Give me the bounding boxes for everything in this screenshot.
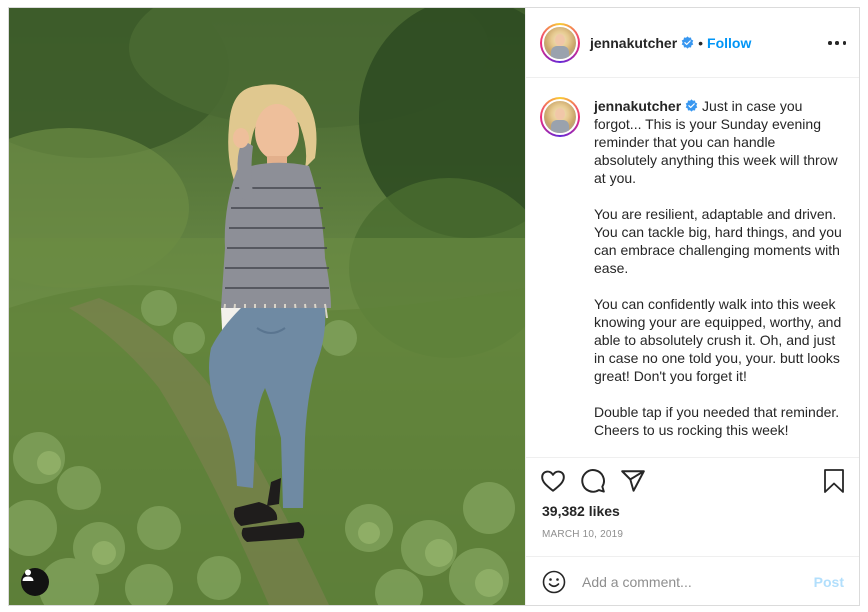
post-date[interactable]: MARCH 10, 2019: [542, 529, 623, 540]
post-card: jennakutcher • Follow jennakutcher Just …: [8, 7, 860, 606]
caption-paragraph: Double tap if you needed that reminder. …: [594, 404, 840, 438]
verified-badge-icon: [681, 36, 694, 49]
verified-badge-icon: [685, 99, 698, 112]
heart-icon[interactable]: [540, 468, 566, 494]
post-side-panel: jennakutcher • Follow jennakutcher Just …: [525, 8, 859, 605]
caption-text: jennakutcher Just in case you forgot... …: [594, 97, 842, 457]
likes-count[interactable]: 39,382 likes: [542, 503, 620, 519]
caption-avatar-image: [542, 99, 578, 135]
caption-username[interactable]: jennakutcher: [594, 98, 681, 114]
caption-avatar[interactable]: [540, 97, 580, 137]
paper-plane-icon[interactable]: [620, 468, 646, 494]
header-username[interactable]: jennakutcher: [590, 35, 677, 51]
avatar-image: [542, 24, 578, 61]
post-actions: 39,382 likes MARCH 10, 2019: [526, 457, 859, 557]
post-comment-button[interactable]: Post: [814, 574, 844, 590]
user-tag-button[interactable]: [21, 568, 49, 596]
post-header: jennakutcher • Follow: [526, 8, 859, 78]
post-photo[interactable]: [9, 8, 525, 605]
comment-bubble-icon[interactable]: [580, 468, 606, 494]
action-row: [540, 468, 660, 494]
emoji-icon[interactable]: [542, 570, 566, 594]
comment-row: Post: [526, 558, 859, 605]
caption-paragraph: You can confidently walk into this week …: [594, 296, 842, 384]
caption-area[interactable]: jennakutcher Just in case you forgot... …: [526, 79, 859, 457]
user-tag-icon: [22, 569, 34, 581]
avatar[interactable]: [540, 22, 580, 63]
follow-button[interactable]: Follow: [707, 35, 751, 51]
more-options-icon: [828, 41, 832, 45]
photo-illustration: [9, 8, 525, 605]
more-options-button[interactable]: [828, 34, 846, 52]
caption-paragraph: You are resilient, adaptable and driven.…: [594, 206, 842, 276]
separator-dot: •: [698, 34, 704, 51]
comment-input[interactable]: [582, 573, 814, 590]
bookmark-icon[interactable]: [822, 468, 846, 494]
